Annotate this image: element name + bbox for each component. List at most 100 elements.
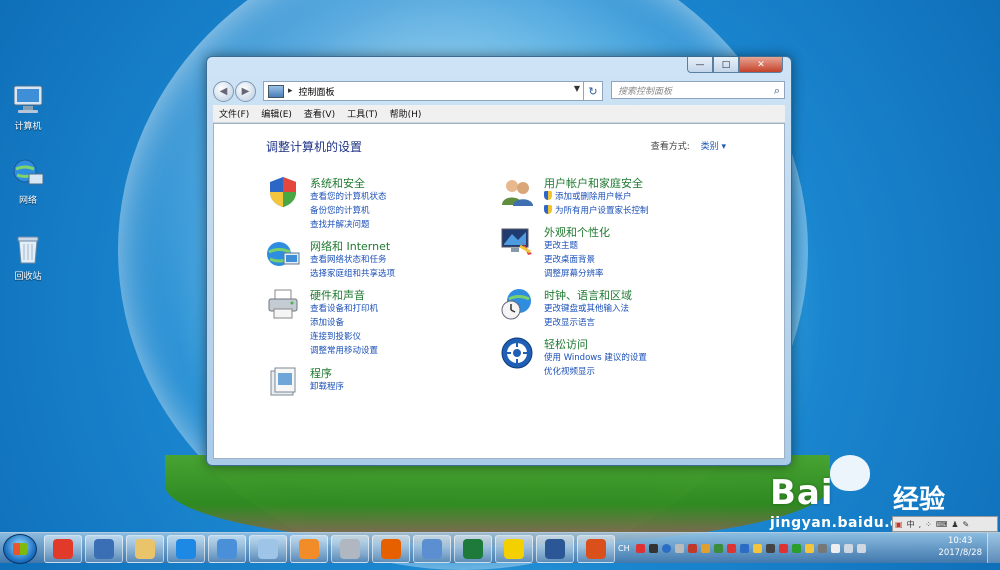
link-backup[interactable]: 备份您的计算机 — [310, 204, 387, 218]
link-screen-resolution[interactable]: 调整屏幕分辨率 — [544, 267, 604, 281]
link-network-status[interactable]: 查看网络状态和任务 — [310, 253, 395, 267]
taskbar-button[interactable] — [536, 535, 574, 563]
category-title[interactable]: 程序 — [310, 365, 332, 381]
menu-edit[interactable]: 编辑(E) — [255, 107, 298, 120]
desktop-icon-network[interactable]: 网络 — [6, 156, 50, 206]
tray-icon[interactable] — [804, 543, 814, 553]
link-change-theme[interactable]: 更改主题 — [544, 239, 604, 253]
tray-icon[interactable] — [713, 543, 723, 553]
taskbar-button[interactable] — [331, 535, 369, 563]
menu-tools[interactable]: 工具(T) — [341, 107, 384, 120]
tray-volume-icon[interactable] — [856, 543, 866, 553]
clock-date: 2017/8/28 — [938, 548, 982, 558]
refresh-button[interactable]: ↻ — [583, 82, 602, 100]
minimize-button[interactable]: — — [687, 57, 713, 73]
breadcrumb-control-panel[interactable]: 控制面板 — [299, 85, 335, 98]
computer-icon — [11, 82, 45, 116]
link-check-status[interactable]: 查看您的计算机状态 — [310, 190, 387, 204]
taskbar-button[interactable] — [85, 535, 123, 563]
tray-icon[interactable] — [700, 543, 710, 553]
search-input[interactable]: 搜索控制面板 ⌕ — [611, 81, 785, 99]
taskbar-button[interactable] — [495, 535, 533, 563]
ime-keyboard-icon[interactable]: ⌨ — [936, 520, 948, 529]
taskbar-button[interactable] — [167, 535, 205, 563]
programs-icon — [266, 365, 300, 399]
tray-icon[interactable] — [726, 543, 736, 553]
taskbar-button[interactable] — [454, 535, 492, 563]
link-desktop-background[interactable]: 更改桌面背景 — [544, 253, 604, 267]
language-indicator[interactable]: CH — [618, 544, 630, 553]
tray-help-icon[interactable] — [661, 543, 671, 553]
tray-icon[interactable] — [648, 543, 658, 553]
ime-user-icon[interactable]: ♟ — [951, 520, 958, 529]
tray-icon[interactable] — [687, 543, 697, 553]
view-by-dropdown[interactable]: 类别 ▾ — [701, 142, 726, 152]
category-title[interactable]: 硬件和声音 — [310, 287, 365, 303]
tray-flag-icon[interactable] — [830, 543, 840, 553]
ime-pinyin-icon[interactable]: ⁘ — [925, 520, 932, 529]
link-parental-controls[interactable]: 为所有用户设置家长控制 — [544, 204, 649, 218]
address-bar[interactable]: ▸ 控制面板 ▼ ↻ — [263, 81, 603, 101]
tray-icon[interactable] — [765, 543, 775, 553]
taskbar-button[interactable] — [44, 535, 82, 563]
control-panel-icon — [422, 539, 442, 559]
link-keyboard-input[interactable]: 更改键盘或其他输入法 — [544, 302, 629, 316]
tray-icon[interactable] — [791, 543, 801, 553]
link-projector[interactable]: 连接到投影仪 — [310, 330, 378, 344]
link-homegroup[interactable]: 选择家庭组和共享选项 — [310, 267, 395, 281]
link-devices-printers[interactable]: 查看设备和打印机 — [310, 302, 378, 316]
ime-punct-icon[interactable]: , — [919, 520, 922, 529]
tray-icon[interactable] — [674, 543, 684, 553]
ime-mode-label[interactable]: 中 — [907, 519, 915, 530]
address-dropdown-icon[interactable]: ▼ — [574, 84, 580, 93]
category-title[interactable]: 外观和个性化 — [544, 224, 610, 240]
tray-icon[interactable] — [752, 543, 762, 553]
search-icon[interactable]: ⌕ — [774, 84, 780, 98]
taskbar-button[interactable] — [208, 535, 246, 563]
link-display-language[interactable]: 更改显示语言 — [544, 316, 629, 330]
link-optimize-display[interactable]: 优化视频显示 — [544, 365, 647, 379]
category-title[interactable]: 轻松访问 — [544, 336, 588, 352]
show-desktop-button[interactable] — [987, 533, 1000, 563]
page-title: 调整计算机的设置 — [266, 140, 363, 154]
tray-icon[interactable] — [739, 543, 749, 553]
recycle-bin-icon — [11, 232, 45, 266]
tray-icon[interactable] — [635, 543, 645, 553]
ime-settings-icon[interactable]: ✎ — [963, 520, 970, 529]
link-recommended-settings[interactable]: 使用 Windows 建议的设置 — [544, 351, 647, 365]
tray-icon[interactable] — [778, 543, 788, 553]
menu-view[interactable]: 查看(V) — [298, 107, 341, 120]
link-troubleshoot[interactable]: 查找并解决问题 — [310, 218, 387, 232]
menu-file[interactable]: 文件(F) — [213, 107, 255, 120]
link-uninstall[interactable]: 卸载程序 — [310, 380, 344, 394]
app-icon-1 — [53, 539, 73, 559]
link-add-device[interactable]: 添加设备 — [310, 316, 378, 330]
maximize-button[interactable]: □ — [713, 57, 739, 73]
tray-network-icon[interactable] — [843, 543, 853, 553]
back-button[interactable]: ◀ — [213, 81, 234, 102]
taskbar-button[interactable] — [290, 535, 328, 563]
app-icon-12 — [504, 539, 524, 559]
menu-help[interactable]: 帮助(H) — [384, 107, 428, 120]
forward-button[interactable]: ▶ — [235, 81, 256, 102]
clock[interactable]: 10:43 2017/8/28 — [938, 535, 982, 559]
start-button[interactable] — [3, 534, 37, 564]
link-add-remove-users[interactable]: 添加或删除用户帐户 — [544, 190, 649, 204]
taskbar-button[interactable] — [126, 535, 164, 563]
close-button[interactable]: ✕ — [739, 57, 783, 73]
taskbar-button[interactable] — [249, 535, 287, 563]
taskbar-button[interactable] — [372, 535, 410, 563]
category-title[interactable]: 用户帐户和家庭安全 — [544, 175, 643, 191]
taskbar-button[interactable] — [413, 535, 451, 563]
tray-icon[interactable] — [817, 543, 827, 553]
category-title[interactable]: 时钟、语言和区域 — [544, 287, 632, 303]
category-title[interactable]: 网络和 Internet — [310, 238, 390, 254]
category-title[interactable]: 系统和安全 — [310, 175, 365, 191]
desktop-icon-recycle-bin[interactable]: 回收站 — [6, 232, 50, 282]
menu-bar: 文件(F) 编辑(E) 查看(V) 工具(T) 帮助(H) — [213, 105, 785, 123]
ime-toolbar[interactable]: ▣ 中 , ⁘ ⌨ ♟ ✎ — [892, 516, 998, 532]
taskbar-button[interactable] — [577, 535, 615, 563]
link-mobility-settings[interactable]: 调整常用移动设置 — [310, 344, 378, 358]
baidu-brand-cn: 经验 — [893, 485, 946, 515]
desktop-icon-computer[interactable]: 计算机 — [6, 82, 50, 132]
